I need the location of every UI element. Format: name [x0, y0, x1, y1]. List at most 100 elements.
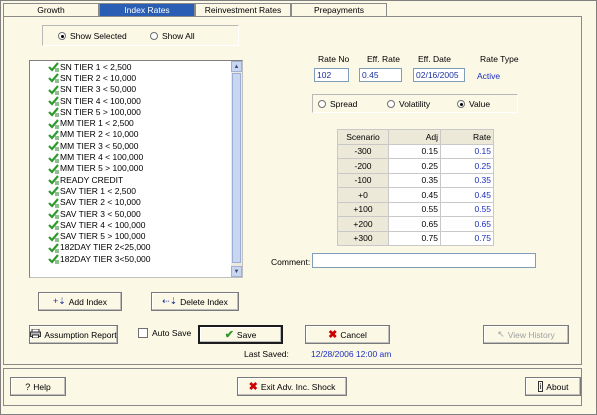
show-selected-label: Show Selected — [70, 31, 127, 41]
adj-cell[interactable]: 0.15 — [388, 143, 441, 159]
green-check-icon — [48, 186, 59, 197]
scroll-up-icon[interactable]: ▲ — [231, 61, 242, 72]
exit-button[interactable]: ✖ Exit Adv. Inc. Shock — [237, 377, 347, 396]
cancel-button[interactable]: ✖ Cancel — [305, 325, 390, 344]
scroll-down-icon[interactable]: ▼ — [231, 266, 242, 277]
adj-cell[interactable]: 0.65 — [388, 216, 441, 232]
spread-radio[interactable]: Spread — [318, 99, 357, 109]
help-button[interactable]: ? Help — [10, 377, 66, 396]
save-label: Save — [236, 329, 257, 340]
scenario-cell: -200 — [337, 158, 389, 174]
view-history-button[interactable]: ↖ View History — [483, 325, 569, 344]
adj-cell[interactable]: 0.45 — [388, 187, 441, 203]
index-list-item[interactable]: MM TIER 1 < 2,500 — [30, 117, 230, 129]
index-list-item[interactable]: SAV TIER 2 < 10,000 — [30, 197, 230, 208]
volatility-radio[interactable]: Volatility — [387, 99, 430, 109]
index-list-item-label: MM TIER 4 < 100,000 — [60, 152, 144, 163]
auto-save-checkbox[interactable]: Auto Save — [138, 328, 191, 338]
tab-index-rates[interactable]: Index Rates — [99, 3, 195, 17]
green-check-icon — [48, 73, 59, 84]
index-list-item-label: SAV TIER 2 < 10,000 — [60, 197, 141, 208]
adj-cell[interactable]: 0.75 — [388, 230, 441, 246]
green-check-icon — [48, 243, 59, 253]
rate-no-field[interactable]: 102 — [314, 68, 349, 82]
index-list-item[interactable]: MM TIER 5 > 100,000 — [30, 163, 230, 174]
checkbox-box-icon — [138, 328, 148, 338]
show-selected-radio[interactable]: Show Selected — [58, 31, 127, 41]
close-icon: ✖ — [328, 329, 338, 341]
rate-cell: 0.15 — [440, 143, 494, 159]
index-list-item[interactable]: SAV TIER 4 < 100,000 — [30, 219, 230, 231]
history-icon: ↖ — [497, 329, 505, 339]
add-index-button[interactable]: +⇣ Add Index — [38, 292, 122, 311]
index-list-item[interactable]: SN TIER 5 > 100,000 — [30, 106, 230, 118]
delete-index-button[interactable]: ⇠⇣ Delete Index — [151, 292, 239, 311]
delete-index-label: Delete Index — [180, 296, 228, 307]
help-icon: ? — [25, 381, 31, 392]
delete-index-icon: ⇠⇣ — [162, 296, 178, 306]
comment-field[interactable] — [312, 253, 536, 268]
tab-bar: Growth Index Rates Reinvestment Rates Pr… — [3, 3, 387, 17]
index-list-item[interactable]: MM TIER 4 < 100,000 — [30, 151, 230, 163]
mode-group: Spread Volatility Value — [312, 94, 518, 113]
help-label: Help — [33, 381, 51, 392]
assumption-report-button[interactable]: Assumption Report — [29, 325, 118, 344]
close-icon: ✖ — [248, 381, 258, 393]
adj-cell[interactable]: 0.25 — [388, 158, 441, 174]
rate-cell: 0.35 — [440, 172, 494, 188]
index-list-item[interactable]: 182DAY TIER 3<50,000 — [30, 253, 230, 265]
eff-date-label: Eff. Date — [418, 54, 451, 64]
scroll-thumb[interactable] — [232, 73, 241, 263]
about-button[interactable]: i About — [525, 377, 581, 396]
index-list-scrollbar[interactable]: ▲ ▼ — [231, 61, 242, 277]
eff-rate-field[interactable]: 0.45 — [359, 68, 402, 82]
show-all-radio[interactable]: Show All — [150, 31, 195, 41]
adj-cell[interactable]: 0.55 — [388, 201, 441, 217]
index-list-item[interactable]: MM TIER 2 < 10,000 — [30, 129, 230, 140]
index-list-item[interactable]: SN TIER 4 < 100,000 — [30, 95, 230, 107]
save-button[interactable]: ✔ Save — [198, 325, 283, 344]
green-check-icon — [48, 96, 59, 107]
rate-cell: 0.55 — [440, 201, 494, 217]
tab-reinvestment-rates[interactable]: Reinvestment Rates — [195, 3, 291, 17]
index-list[interactable]: SN TIER 1 < 2,500 SN TIER 2 < 10,000 SN TI… — [29, 60, 243, 278]
index-list-item-label: READY CREDIT — [60, 174, 124, 185]
index-list-item[interactable]: SAV TIER 1 < 2,500 — [30, 185, 230, 197]
index-list-item-label: SAV TIER 3 < 50,000 — [60, 208, 141, 219]
green-check-icon — [48, 85, 59, 95]
index-list-item[interactable]: READY CREDIT — [30, 174, 230, 186]
index-list-item-label: SAV TIER 5 > 100,000 — [60, 231, 146, 242]
eff-date-field[interactable]: 02/16/2005 — [413, 68, 465, 82]
radio-dot-icon — [387, 100, 395, 108]
index-list-item-label: SN TIER 4 < 100,000 — [60, 95, 141, 106]
filter-group: Show Selected Show All — [42, 25, 239, 46]
tab-prepayments[interactable]: Prepayments — [291, 3, 387, 17]
index-list-item[interactable]: MM TIER 3 < 50,000 — [30, 140, 230, 152]
index-list-item-label: MM TIER 5 > 100,000 — [60, 163, 144, 174]
radio-dot-icon — [457, 100, 465, 108]
index-list-item[interactable]: SN TIER 2 < 10,000 — [30, 72, 230, 84]
index-list-item[interactable]: SN TIER 1 < 2,500 — [30, 61, 230, 73]
scenario-cell: -100 — [337, 172, 389, 188]
table-row: -300 0.15 0.15 — [337, 143, 494, 159]
column-header-scenario[interactable]: Scenario — [337, 129, 389, 145]
green-check-icon — [48, 209, 59, 219]
tab-growth[interactable]: Growth — [3, 3, 99, 17]
index-list-item[interactable]: SN TIER 3 < 50,000 — [30, 84, 230, 95]
table-row: +300 0.75 0.75 — [337, 230, 494, 246]
index-list-item[interactable]: SAV TIER 5 > 100,000 — [30, 230, 230, 242]
scenario-cell: +0 — [337, 187, 389, 203]
index-list-item-label: SAV TIER 1 < 2,500 — [60, 185, 136, 196]
column-header-adj[interactable]: Adj — [388, 129, 441, 145]
value-radio[interactable]: Value — [457, 99, 490, 109]
table-row: -200 0.25 0.25 — [337, 158, 494, 174]
index-list-item[interactable]: 182DAY TIER 2<25,000 — [30, 242, 230, 253]
column-header-rate[interactable]: Rate — [440, 129, 494, 145]
adj-cell[interactable]: 0.35 — [388, 172, 441, 188]
index-list-item-label: 182DAY TIER 2<25,000 — [60, 242, 151, 253]
rate-cell: 0.65 — [440, 216, 494, 232]
green-check-icon — [48, 141, 59, 152]
view-history-label: View History — [507, 329, 555, 340]
green-check-icon — [48, 231, 59, 242]
index-list-item[interactable]: SAV TIER 3 < 50,000 — [30, 208, 230, 219]
